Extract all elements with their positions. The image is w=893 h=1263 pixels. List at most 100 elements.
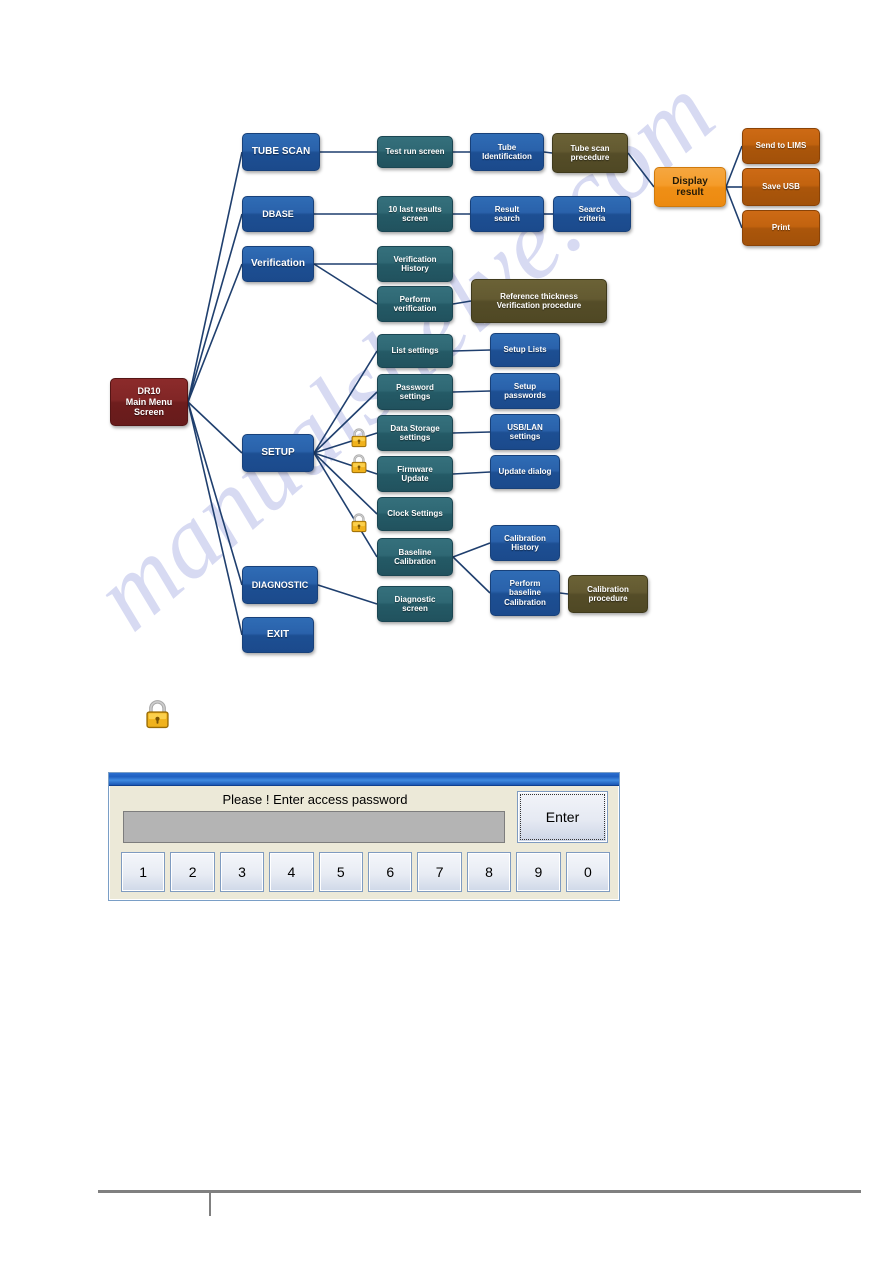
keypad-key-4[interactable]: 4 (269, 852, 314, 892)
node-refthick[interactable]: Reference thickness Verification procedu… (471, 279, 607, 323)
node-baselinecal[interactable]: Baseline Calibration (377, 538, 453, 576)
node-label: DIAGNOSTIC (251, 579, 309, 590)
lock-data-storage-icon (348, 427, 370, 449)
node-diagnostic[interactable]: DIAGNOSTIC (242, 566, 318, 604)
node-listsettings[interactable]: List settings (377, 334, 453, 368)
node-label: Firmware Update (397, 464, 433, 483)
node-performverif[interactable]: Perform verification (377, 286, 453, 322)
node-tubescanproc[interactable]: Tube scan precedure (552, 133, 628, 173)
node-searchcrit[interactable]: Search criteria (553, 196, 631, 232)
node-label: Setup Lists (503, 345, 547, 355)
node-clocksettings[interactable]: Clock Settings (377, 497, 453, 531)
keypad-key-label: 6 (386, 864, 395, 880)
footer-rule (98, 1190, 861, 1193)
node-setup[interactable]: SETUP (242, 434, 314, 472)
keypad-key-label: 8 (485, 864, 493, 880)
node-label: Result search (494, 204, 520, 223)
node-label: USB/LAN settings (507, 422, 543, 441)
node-usblan[interactable]: USB/LAN settings (490, 414, 560, 450)
node-setuppass[interactable]: Setup passwords (490, 373, 560, 409)
node-updatedialog[interactable]: Update dialog (490, 455, 560, 489)
node-diagscreen[interactable]: Diagnostic screen (377, 586, 453, 622)
node-label: Perform baseline Calibration (504, 579, 546, 607)
node-label: Setup passwords (504, 381, 546, 400)
keypad-key-1[interactable]: 1 (121, 852, 166, 892)
node-calproc[interactable]: Calibration procedure (568, 575, 648, 613)
node-last10[interactable]: 10 last results screen (377, 196, 453, 232)
node-label: Diagnostic screen (394, 594, 436, 613)
keypad-key-label: 3 (238, 864, 246, 880)
keypad-key-0[interactable]: 0 (565, 852, 611, 892)
node-setuplists[interactable]: Setup Lists (490, 333, 560, 367)
node-datastorage[interactable]: Data Storage settings (377, 415, 453, 451)
node-label: Print (771, 223, 791, 233)
keypad-key-5[interactable]: 5 (318, 852, 364, 892)
lock-firmware-icon (348, 453, 370, 475)
node-tubescan[interactable]: TUBE SCAN (242, 133, 320, 171)
node-label: List settings (391, 346, 439, 356)
footer-tick (209, 1190, 211, 1216)
node-label: TUBE SCAN (251, 146, 311, 158)
node-calhistory[interactable]: Calibration History (490, 525, 560, 561)
dialog-titlebar (109, 773, 619, 786)
node-dbase[interactable]: DBASE (242, 196, 314, 232)
keypad-key-label: 5 (336, 864, 345, 880)
node-verifhist[interactable]: Verification History (377, 246, 453, 282)
node-label: Perform verification (393, 294, 437, 313)
node-label: Clock Settings (387, 509, 443, 519)
enter-button-label: Enter (545, 809, 580, 825)
node-label: Tube Identification (482, 142, 532, 161)
node-displayres[interactable]: Display result (654, 167, 726, 207)
password-input[interactable] (123, 811, 505, 843)
keypad-key-6[interactable]: 6 (368, 852, 413, 892)
node-sendlims[interactable]: Send to LIMS (742, 128, 820, 164)
node-saveusb[interactable]: Save USB (742, 168, 820, 206)
enter-button[interactable]: Enter (517, 791, 608, 843)
node-resultsearch[interactable]: Result search (470, 196, 544, 232)
numeric-keypad: 1 2 3 4 5 6 7 8 9 0 (121, 852, 611, 892)
keypad-key-9[interactable]: 9 (516, 852, 561, 892)
node-label: Send to LIMS (755, 141, 807, 151)
node-label: SETUP (261, 447, 295, 459)
node-tubeid[interactable]: Tube Identification (470, 133, 544, 171)
node-label: Tube scan precedure (570, 143, 610, 162)
keypad-key-label: 1 (139, 864, 148, 880)
node-label: Save USB (762, 182, 800, 192)
node-performbase[interactable]: Perform baseline Calibration (490, 570, 560, 616)
keypad-key-label: 0 (583, 864, 592, 880)
keypad-key-label: 4 (287, 864, 296, 880)
node-label: EXIT (266, 629, 290, 641)
keypad-key-8[interactable]: 8 (466, 852, 512, 892)
node-label: Baseline Calibration (394, 547, 436, 566)
node-label: Password settings (396, 382, 434, 401)
node-main[interactable]: DR10 Main Menu Screen (110, 378, 188, 426)
keypad-key-label: 7 (435, 864, 444, 880)
node-label: Verification History (393, 254, 437, 273)
keypad-key-label: 9 (534, 864, 543, 880)
keypad-key-3[interactable]: 3 (219, 852, 265, 892)
node-label: Display result (672, 175, 708, 199)
keypad-key-2[interactable]: 2 (170, 852, 215, 892)
node-verification[interactable]: Verification (242, 246, 314, 282)
lock-legend-icon (141, 698, 174, 731)
node-exit[interactable]: EXIT (242, 617, 314, 653)
node-label: DBASE (262, 208, 294, 219)
node-label: Calibration procedure (587, 584, 629, 603)
node-print[interactable]: Print (742, 210, 820, 246)
password-keypad-dialog: Please ! Enter access password Enter 1 2 3… (108, 772, 620, 901)
node-label: Update dialog (498, 467, 552, 477)
node-label: Data Storage settings (390, 423, 440, 442)
node-label: Calibration History (504, 533, 546, 552)
node-testrun[interactable]: Test run screen (377, 136, 453, 168)
keypad-key-7[interactable]: 7 (417, 852, 462, 892)
dialog-body: Please ! Enter access password Enter 1 2 3… (109, 786, 619, 901)
page-canvas: manualshelve.com DR10 Main Menu ScreenTU… (0, 0, 893, 1263)
node-firmware[interactable]: Firmware Update (377, 456, 453, 492)
password-prompt-label: Please ! Enter access password (222, 792, 408, 807)
node-label: Test run screen (385, 147, 445, 157)
node-label: Reference thickness Verification procedu… (496, 291, 582, 310)
menu-structure-diagram: DR10 Main Menu Screen TUBE SCAN DBASE Verif… (0, 0, 893, 760)
node-label: Verification (251, 258, 305, 270)
node-passsettings[interactable]: Password settings (377, 374, 453, 410)
keypad-key-label: 2 (188, 864, 197, 880)
